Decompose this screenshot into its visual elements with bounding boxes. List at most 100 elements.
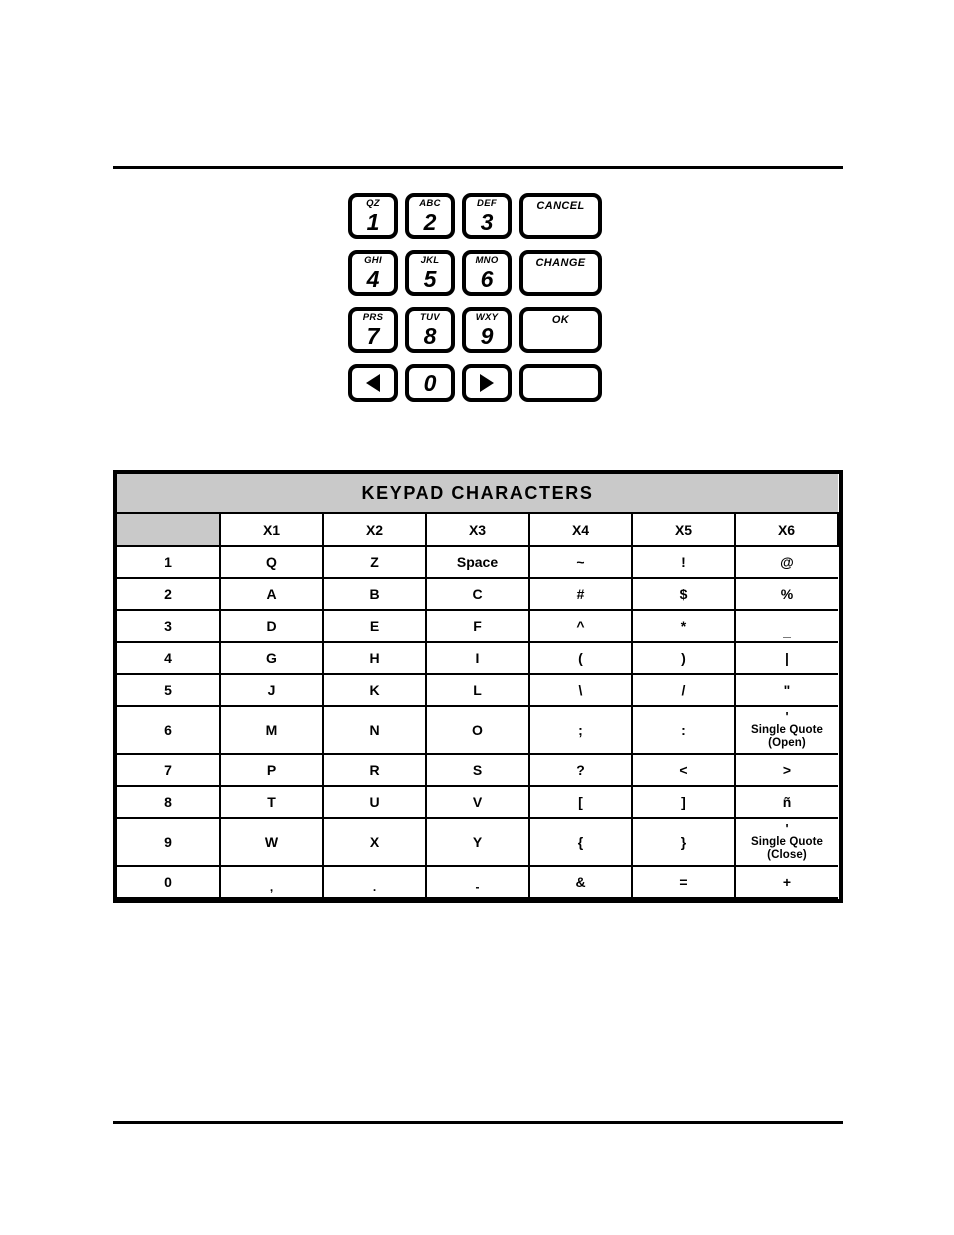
cell-5-x3: L: [425, 673, 530, 707]
table-row: 6 M N O ; : ' Single Quote (Open): [117, 705, 838, 755]
row-label-7: 7: [117, 753, 221, 787]
cell-8-x4: [: [528, 785, 633, 819]
key-9-digit: 9: [480, 323, 494, 349]
cell-6-x3: O: [425, 705, 530, 755]
table-row: 4 G H I ( ) |: [117, 641, 838, 675]
cell-9-x6-caption: Single Quote (Close): [750, 836, 824, 861]
key-4[interactable]: GHI 4: [348, 250, 398, 296]
row-label-8: 8: [117, 785, 221, 819]
cell-9-x2: X: [322, 817, 427, 867]
key-8[interactable]: TUV 8: [405, 307, 455, 353]
table-title-row: KEYPAD CHARACTERS: [117, 474, 838, 514]
keypad-diagram: QZ 1 ABC 2 DEF 3 CANCEL GHI 4 JKL 5 MNO …: [348, 193, 614, 402]
table-header-row: X1 X2 X3 X4 X5 X6: [117, 512, 839, 547]
cell-5-x5: /: [631, 673, 736, 707]
cell-7-x1: P: [219, 753, 324, 787]
cell-3-x2: E: [322, 609, 427, 643]
column-header-x3: X3: [425, 512, 530, 547]
cell-8-x5: ]: [631, 785, 736, 819]
cell-1-x3: Space: [425, 545, 530, 579]
cell-4-x4: (: [528, 641, 633, 675]
cell-2-x5: $: [631, 577, 736, 611]
cell-7-x3: S: [425, 753, 530, 787]
row-label-4: 4: [117, 641, 221, 675]
cell-7-x2: R: [322, 753, 427, 787]
cell-9-x6-glyph: ': [785, 821, 789, 837]
table-corner-cell: [117, 512, 221, 547]
cell-6-x5: :: [631, 705, 736, 755]
key-3[interactable]: DEF 3: [462, 193, 512, 239]
key-1-hint: QZ: [366, 198, 380, 209]
table-row: 3 D E F ^ * _: [117, 609, 838, 643]
cell-5-x4: \: [528, 673, 633, 707]
table-row: 2 A B C # $ %: [117, 577, 838, 611]
key-cancel-label: CANCEL: [536, 200, 585, 212]
key-0[interactable]: 0: [405, 364, 455, 402]
row-label-1: 1: [117, 545, 221, 579]
key-change-label: CHANGE: [535, 257, 586, 269]
cell-3-x1: D: [219, 609, 324, 643]
column-header-x1: X1: [219, 512, 324, 547]
single-quote-open-group: ' Single Quote (Open): [736, 710, 838, 749]
key-blank[interactable]: [519, 364, 602, 402]
cell-6-x6: ' Single Quote (Open): [734, 705, 838, 755]
key-cancel[interactable]: CANCEL: [519, 193, 602, 239]
keypad-row-2: GHI 4 JKL 5 MNO 6 CHANGE: [348, 250, 614, 296]
cell-5-x2: K: [322, 673, 427, 707]
keypad-characters-table: KEYPAD CHARACTERS X1 X2 X3 X4 X5 X6 1 Q …: [113, 470, 843, 903]
cell-3-x3: F: [425, 609, 530, 643]
key-5-digit: 5: [423, 266, 437, 292]
key-2-hint: ABC: [419, 198, 441, 209]
key-ok-label: OK: [551, 314, 570, 326]
cell-3-x6: _: [734, 609, 838, 643]
key-change[interactable]: CHANGE: [519, 250, 602, 296]
cell-9-x5: }: [631, 817, 736, 867]
cell-7-x6: >: [734, 753, 838, 787]
cell-1-x4: ~: [528, 545, 633, 579]
cell-0-x5: =: [631, 865, 736, 899]
key-2[interactable]: ABC 2: [405, 193, 455, 239]
column-header-x5: X5: [631, 512, 736, 547]
key-1-digit: 1: [366, 209, 380, 235]
cell-8-x6: ñ: [734, 785, 838, 819]
key-arrow-right[interactable]: [462, 364, 512, 402]
header-rule: [113, 166, 843, 169]
table-title: KEYPAD CHARACTERS: [117, 474, 838, 514]
key-8-hint: TUV: [420, 312, 440, 323]
cell-7-x5: <: [631, 753, 736, 787]
cell-6-x6-caption: Single Quote (Open): [750, 724, 824, 749]
key-1[interactable]: QZ 1: [348, 193, 398, 239]
row-label-2: 2: [117, 577, 221, 611]
cell-1-x2: Z: [322, 545, 427, 579]
cell-0-x1-glyph: ,: [269, 880, 274, 894]
cell-0-x1: ,: [219, 865, 324, 899]
cell-2-x2: B: [322, 577, 427, 611]
key-3-digit: 3: [480, 209, 494, 235]
key-9[interactable]: WXY 9: [462, 307, 512, 353]
key-arrow-left[interactable]: [348, 364, 398, 402]
row-label-6: 6: [117, 705, 221, 755]
cell-2-x1: A: [219, 577, 324, 611]
arrow-right-icon: [480, 374, 494, 392]
key-ok[interactable]: OK: [519, 307, 602, 353]
key-6[interactable]: MNO 6: [462, 250, 512, 296]
cell-3-x4: ^: [528, 609, 633, 643]
cell-9-x6: ' Single Quote (Close): [734, 817, 838, 867]
cell-1-x6: @: [734, 545, 838, 579]
key-5[interactable]: JKL 5: [405, 250, 455, 296]
key-7-digit: 7: [366, 323, 380, 349]
key-7[interactable]: PRS 7: [348, 307, 398, 353]
arrow-left-icon: [366, 374, 380, 392]
cell-4-x1: G: [219, 641, 324, 675]
row-label-9: 9: [117, 817, 221, 867]
cell-5-x1: J: [219, 673, 324, 707]
row-label-0: 0: [117, 865, 221, 899]
key-5-hint: JKL: [420, 255, 440, 266]
keypad-row-3: PRS 7 TUV 8 WXY 9 OK: [348, 307, 614, 353]
cell-0-x2-glyph: .: [372, 880, 377, 894]
key-3-hint: DEF: [477, 198, 497, 209]
cell-0-x3-glyph: -: [475, 880, 480, 894]
key-9-hint: WXY: [475, 312, 499, 323]
table-row: 9 W X Y { } ' Single Quote (Close): [117, 817, 838, 867]
cell-0-x4: &: [528, 865, 633, 899]
